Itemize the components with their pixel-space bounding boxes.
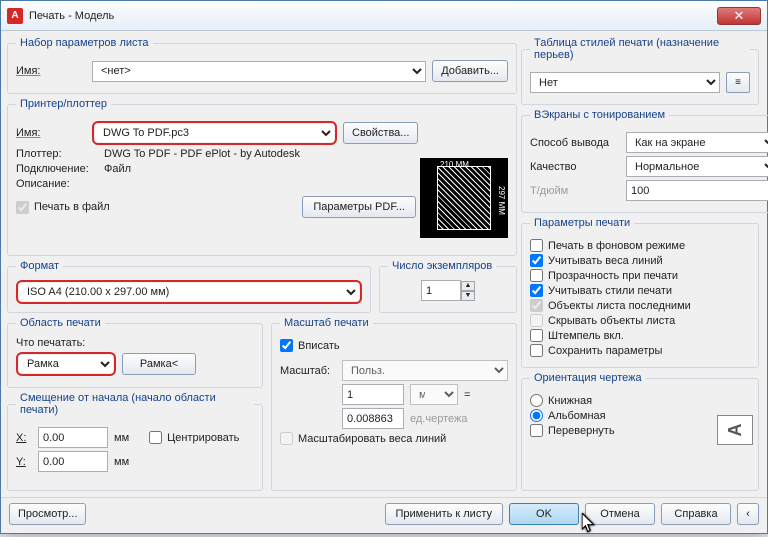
styles-select[interactable]: Нет — [530, 72, 720, 93]
plot-area-group: Область печати Что печатать: Рамка Рамка… — [7, 317, 263, 388]
what-select[interactable]: Рамка — [19, 355, 113, 373]
offset-y-label: Y: — [16, 456, 32, 468]
quality-select[interactable]: Нормальное — [626, 156, 768, 177]
area-legend: Область печати — [16, 317, 105, 329]
app-icon: A — [7, 8, 23, 24]
paper-size-select[interactable]: ISO A4 (210.00 x 297.00 мм) — [19, 283, 359, 301]
fit-check[interactable]: Вписать — [280, 339, 508, 352]
printer-name-select[interactable]: DWG To PDF.pc3 — [95, 124, 334, 142]
paper-size-group: Формат ISO A4 (210.00 x 297.00 мм) — [7, 260, 371, 313]
titlebar: A Печать - Модель ✕ — [1, 1, 767, 31]
opt-save[interactable]: Сохранить параметры — [530, 344, 750, 357]
orientation-group: Ориентация чертежа Книжная Альбомная Пер… — [521, 372, 759, 491]
page-setup-group: Набор параметров листа Имя: <нет> Добави… — [7, 37, 517, 94]
add-button[interactable]: Добавить... — [432, 60, 508, 82]
frame-button[interactable]: Рамка< — [122, 353, 196, 375]
offset-x-input[interactable] — [38, 427, 108, 448]
shaded-legend: ВЭкраны с тонированием — [530, 109, 669, 121]
dpi-input — [626, 180, 768, 201]
copies-group: Число экземпляров ▲▼ — [379, 260, 517, 313]
ok-button[interactable]: OK — [509, 503, 579, 525]
orient-legend: Ориентация чертежа — [530, 372, 646, 384]
opt-tr[interactable]: Прозрачность при печати — [530, 269, 750, 282]
opt-last: Объекты листа последними — [530, 299, 750, 312]
help-button[interactable]: Справка — [661, 503, 731, 525]
footer: Просмотр... Применить к листу OK Отмена … — [1, 497, 767, 529]
plotter-label: Плоттер: — [16, 148, 98, 160]
print-dialog: A Печать - Модель ✕ Набор параметров лис… — [0, 0, 768, 534]
expand-button[interactable]: ‹ — [737, 503, 759, 525]
opt-ps[interactable]: Учитывать стили печати — [530, 284, 750, 297]
orientation-icon: A — [717, 415, 753, 445]
page-setup-legend: Набор параметров листа — [16, 37, 153, 49]
opt-stamp[interactable]: Штемпель вкл. — [530, 329, 750, 342]
paper-size-highlight: ISO A4 (210.00 x 297.00 мм) — [16, 280, 362, 304]
opt-lw[interactable]: Учитывать веса линий — [530, 254, 750, 267]
description-label: Описание: — [16, 178, 98, 190]
opt-bg[interactable]: Печать в фоновом режиме — [530, 239, 750, 252]
preview-button[interactable]: Просмотр... — [9, 503, 86, 525]
styles-legend: Таблица стилей печати (назначение перьев… — [530, 37, 750, 61]
printer-group: Принтер/плоттер Имя: DWG To PDF.pc3 Свой… — [7, 98, 517, 256]
offset-y-input[interactable] — [38, 451, 108, 472]
scale-select: Польз. — [342, 360, 508, 381]
scale-units-input — [342, 408, 404, 429]
what-label: Что печатать: — [16, 337, 254, 349]
offset-legend: Смещение от начала (начало области печат… — [16, 392, 254, 416]
scale-label: Масштаб: — [280, 365, 336, 377]
apply-button[interactable]: Применить к листу — [385, 503, 504, 525]
paper-legend: Формат — [16, 260, 63, 272]
what-highlight: Рамка — [16, 352, 116, 376]
spin-down-icon[interactable]: ▼ — [461, 291, 475, 301]
offset-x-label: X: — [16, 432, 32, 444]
printer-legend: Принтер/плоттер — [16, 98, 111, 110]
opt-hide: Скрывать объекты листа — [530, 314, 750, 327]
shaded-group: ВЭкраны с тонированием Способ выводаКак … — [521, 109, 768, 213]
styles-group: Таблица стилей печати (назначение перьев… — [521, 37, 759, 105]
page-setup-name-select[interactable]: <нет> — [92, 61, 426, 82]
print-to-file-check: Печать в файл — [16, 201, 110, 214]
center-check[interactable]: Центрировать — [149, 431, 239, 444]
offset-group: Смещение от начала (начало области печат… — [7, 392, 263, 491]
copies-legend: Число экземпляров — [388, 260, 496, 272]
options-group: Параметры печати Печать в фоновом режиме… — [521, 217, 759, 368]
page-setup-name-label: Имя: — [16, 65, 86, 77]
copies-input — [421, 280, 461, 301]
printer-props-button[interactable]: Свойства... — [343, 122, 418, 144]
plotter-value: DWG To PDF - PDF ePlot - by Autodesk — [104, 148, 300, 160]
printer-name-highlight: DWG To PDF.pc3 — [92, 121, 337, 145]
cancel-button[interactable]: Отмена — [585, 503, 655, 525]
shade-mode-select[interactable]: Как на экране — [626, 132, 768, 153]
styles-icon-button[interactable]: ≡ — [726, 72, 750, 93]
pdf-params-button[interactable]: Параметры PDF... — [302, 196, 416, 218]
printer-name-label: Имя: — [16, 127, 86, 139]
options-legend: Параметры печати — [530, 217, 634, 229]
spin-up-icon[interactable]: ▲ — [461, 281, 475, 291]
scale-unit-select: мм — [410, 384, 458, 405]
orient-portrait[interactable]: Книжная — [530, 394, 750, 407]
copies-spinner[interactable]: ▲▼ — [388, 280, 508, 301]
connection-label: Подключение: — [16, 163, 98, 175]
scale-group: Масштаб печати Вписать Масштаб: Польз. м… — [271, 317, 517, 491]
dialog-title: Печать - Модель — [29, 10, 717, 22]
connection-value: Файл — [104, 163, 131, 175]
scale-mm-input — [342, 384, 404, 405]
scale-lw-check: Масштабировать веса линий — [280, 432, 508, 445]
paper-preview: 210 MM 297 MM — [420, 158, 508, 238]
close-button[interactable]: ✕ — [717, 7, 761, 25]
scale-legend: Масштаб печати — [280, 317, 373, 329]
